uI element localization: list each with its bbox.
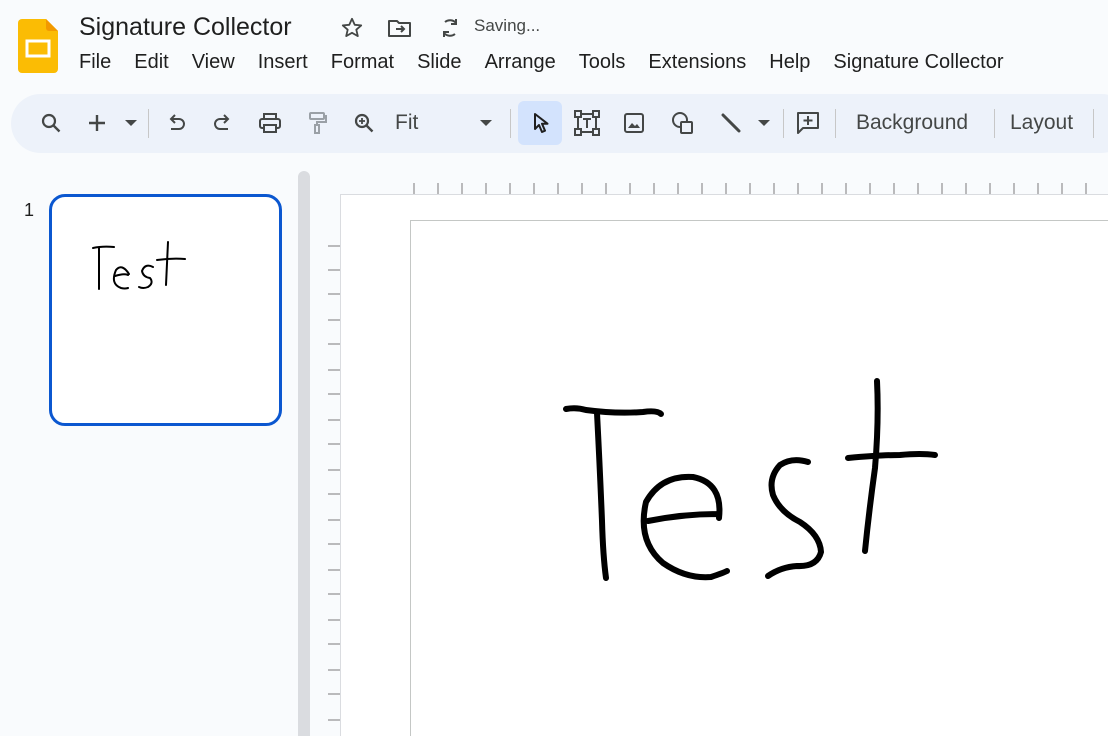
toolbar-divider [835,109,836,138]
print-icon[interactable] [248,101,292,145]
slides-editor: Signature Collector Saving... File Edit … [0,0,1108,736]
document-title[interactable]: Signature Collector [79,10,292,44]
menu-signature-collector[interactable]: Signature Collector [833,46,1003,78]
zoom-icon[interactable] [342,101,386,145]
shape-icon[interactable] [661,101,705,145]
new-slide-icon[interactable] [77,101,117,145]
toolbar-divider [1093,109,1094,138]
slide-canvas[interactable] [410,220,1108,736]
zoom-dropdown-icon[interactable] [480,120,492,126]
line-icon[interactable] [709,101,753,145]
background-button[interactable]: Background [856,108,968,138]
paint-format-icon[interactable] [295,101,339,145]
undo-icon[interactable] [154,101,198,145]
menu-edit[interactable]: Edit [134,46,168,78]
toolbar-divider [510,109,511,138]
slide-number: 1 [24,200,35,220]
new-slide-dropdown-icon[interactable] [125,120,137,126]
comment-icon[interactable] [786,101,830,145]
slides-app-icon[interactable] [18,19,58,73]
move-folder-icon[interactable] [386,14,414,42]
menu-bar: File Edit View Insert Format Slide Arran… [79,46,1027,78]
toolbar: Fit Background Layout [11,94,1108,153]
line-dropdown-icon[interactable] [758,120,770,126]
redo-icon[interactable] [201,101,245,145]
thumbnail-handwriting [92,241,186,290]
menu-insert[interactable]: Insert [258,46,308,78]
menu-format[interactable]: Format [331,46,394,78]
menu-file[interactable]: File [79,46,111,78]
menu-extensions[interactable]: Extensions [648,46,746,78]
slide-thumbnail[interactable] [49,194,282,426]
menu-slide[interactable]: Slide [417,46,461,78]
zoom-select[interactable]: Fit [395,108,418,138]
toolbar-divider [994,109,995,138]
star-icon[interactable] [338,14,366,42]
menu-help[interactable]: Help [769,46,810,78]
save-status: Saving... [474,16,541,35]
horizontal-ruler[interactable] [410,180,1108,194]
menu-arrange[interactable]: Arrange [485,46,556,78]
menu-tools[interactable]: Tools [579,46,626,78]
menu-view[interactable]: View [192,46,235,78]
image-icon[interactable] [612,101,656,145]
layout-button[interactable]: Layout [1010,108,1073,138]
vertical-ruler[interactable] [326,220,340,736]
signature-drawing[interactable] [411,221,1108,736]
text-box-icon[interactable] [565,101,609,145]
filmstrip-resize-handle[interactable] [298,171,310,736]
sync-icon [436,14,464,42]
select-icon[interactable] [518,101,562,145]
toolbar-divider [148,109,149,138]
search-icon[interactable] [29,101,73,145]
toolbar-divider [783,109,784,138]
